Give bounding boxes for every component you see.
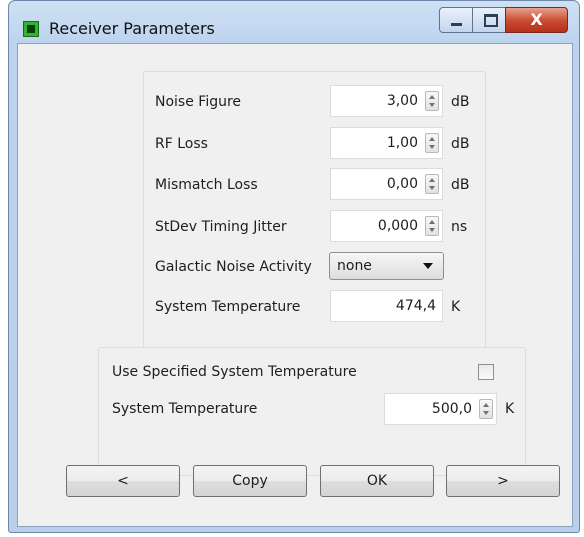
specified-temperature-unit: K — [505, 401, 515, 417]
copy-button[interactable]: Copy — [193, 465, 307, 497]
specified-temperature-field[interactable]: 500,0 — [384, 393, 497, 425]
timing-jitter-label: StDev Timing Jitter — [155, 219, 287, 235]
specified-temperature-value: 500,0 — [431, 401, 472, 417]
app-icon — [23, 21, 39, 37]
specified-temperature-spinner[interactable] — [479, 399, 493, 419]
galactic-noise-label: Galactic Noise Activity — [155, 259, 312, 275]
dialog-client-area: Noise Figure 3,00 dB RF Loss 1,00 dB Mis… — [17, 43, 573, 527]
previous-button[interactable]: < — [66, 465, 180, 497]
system-temperature-unit: K — [451, 299, 461, 315]
noise-figure-spinner[interactable] — [425, 91, 439, 111]
maximize-button[interactable] — [472, 7, 506, 33]
galactic-noise-select[interactable]: none — [329, 252, 444, 280]
timing-jitter-field[interactable]: 0,000 — [330, 210, 443, 242]
noise-figure-value: 3,00 — [386, 93, 418, 109]
ok-button[interactable]: OK — [320, 465, 434, 497]
close-button[interactable]: X — [505, 7, 568, 33]
rf-loss-label: RF Loss — [155, 136, 208, 152]
chevron-down-icon — [423, 263, 433, 269]
mismatch-loss-unit: dB — [451, 177, 470, 193]
close-icon: X — [530, 10, 543, 29]
noise-figure-unit: dB — [451, 94, 470, 110]
use-specified-temperature-label: Use Specified System Temperature — [112, 364, 357, 380]
mismatch-loss-field[interactable]: 0,00 — [330, 168, 443, 200]
system-temperature-value: 474,4 — [395, 298, 436, 314]
mismatch-loss-label: Mismatch Loss — [155, 177, 258, 193]
timing-jitter-spinner[interactable] — [425, 216, 439, 236]
noise-figure-label: Noise Figure — [155, 94, 242, 110]
receiver-parameters-window: Receiver Parameters X Noise Figure 3,00 … — [8, 0, 580, 533]
next-button[interactable]: > — [446, 465, 560, 497]
specified-temperature-label: System Temperature — [112, 401, 258, 417]
timing-jitter-unit: ns — [451, 219, 468, 235]
use-specified-temperature-checkbox[interactable] — [478, 364, 494, 380]
mismatch-loss-spinner[interactable] — [425, 174, 439, 194]
mismatch-loss-value: 0,00 — [386, 176, 418, 192]
window-title: Receiver Parameters — [49, 19, 215, 38]
rf-loss-value: 1,00 — [386, 135, 418, 151]
noise-figure-field[interactable]: 3,00 — [330, 85, 443, 117]
system-temperature-field: 474,4 — [330, 290, 443, 322]
minimize-button[interactable] — [439, 7, 473, 33]
galactic-noise-selected-value: none — [337, 258, 372, 274]
minimize-icon — [451, 23, 462, 26]
title-bar[interactable]: Receiver Parameters X — [9, 1, 579, 43]
timing-jitter-value: 0,000 — [377, 218, 418, 234]
maximize-icon — [484, 14, 498, 27]
system-temperature-label: System Temperature — [155, 299, 301, 315]
rf-loss-unit: dB — [451, 136, 470, 152]
rf-loss-spinner[interactable] — [425, 133, 439, 153]
rf-loss-field[interactable]: 1,00 — [330, 127, 443, 159]
